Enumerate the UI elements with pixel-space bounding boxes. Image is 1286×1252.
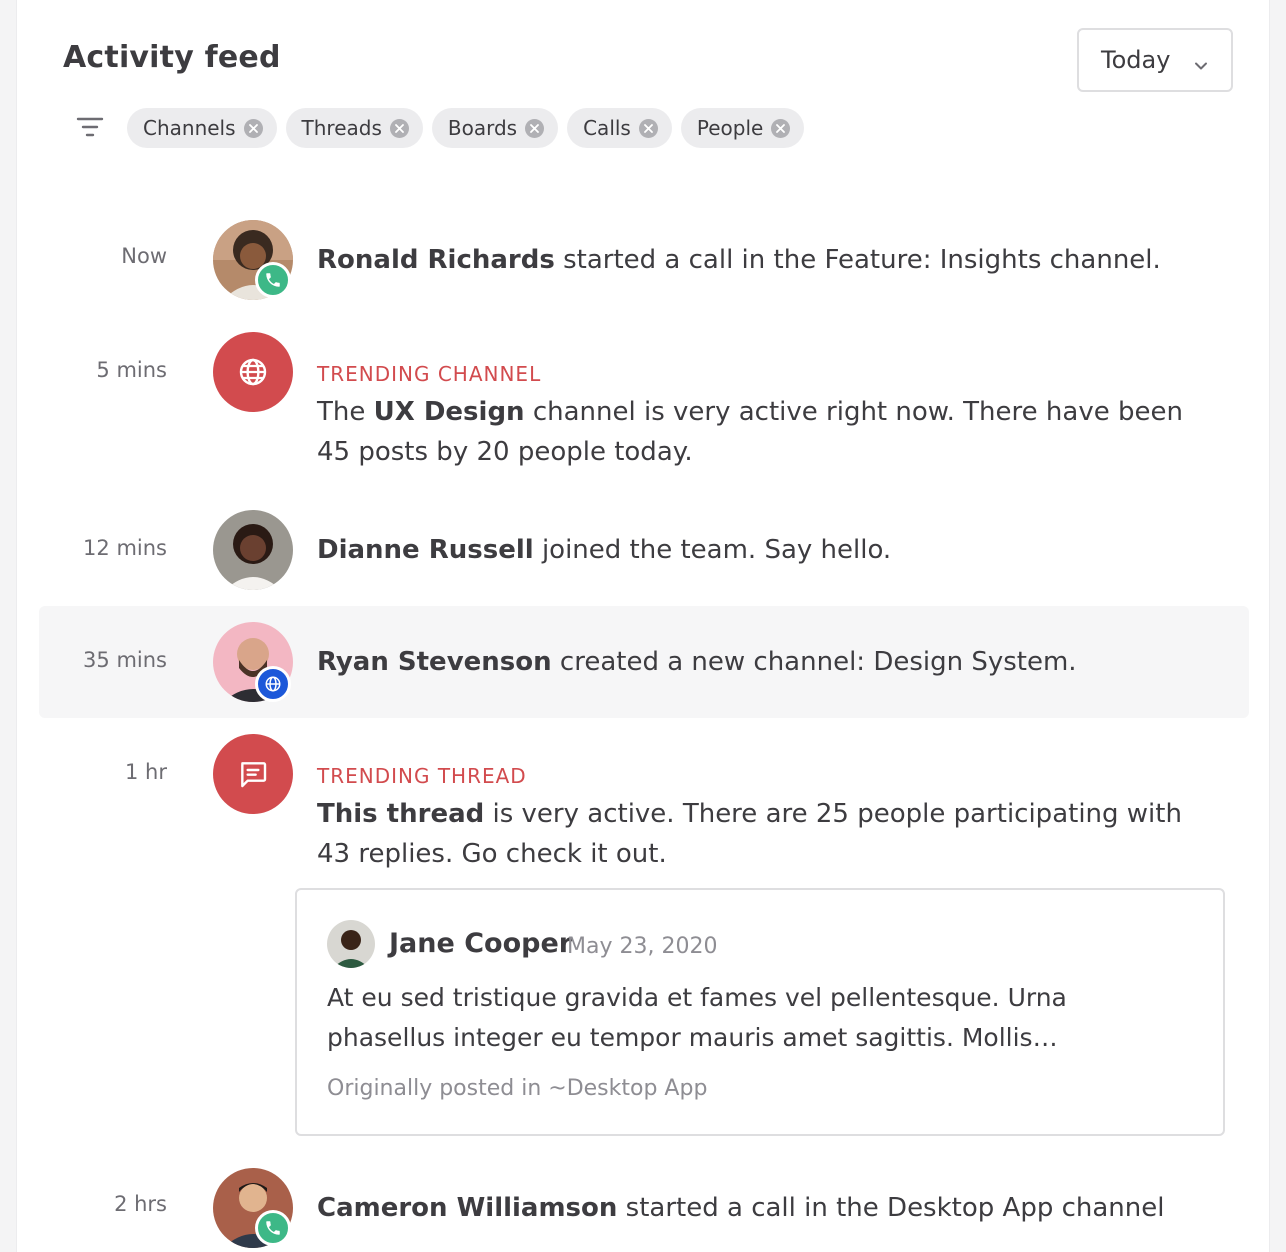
feed-item-text: Cameron Williamson started a call in the… [317,1193,1165,1223]
feed-item-highlighted[interactable]: 35 mins Ryan Stevenson created a new cha… [39,606,1249,718]
actor-name[interactable]: Cameron Williamson [317,1193,617,1223]
feed-item-text: The UX Design channel is very active rig… [317,397,1183,467]
remove-chip-icon[interactable] [389,118,409,138]
chevron-down-icon [1193,52,1209,80]
quote-body: At eu sed tristique gravida et fames vel… [327,983,1067,1052]
quoted-post-card[interactable]: Jane Cooper May 23, 2020 At eu sed trist… [295,888,1225,1136]
actor-name[interactable]: Dianne Russell [317,535,534,565]
message-icon [241,762,267,788]
thread-link[interactable]: This thread [317,799,484,829]
phone-icon [255,1210,291,1246]
filter-chip-threads[interactable]: Threads [285,108,423,148]
chip-label: Calls [583,116,631,140]
filter-chip-calls[interactable]: Calls [567,108,672,148]
feed-item-text: Ryan Stevenson created a new channel: De… [317,647,1077,677]
avatar[interactable] [213,510,293,590]
feed-item-text: Dianne Russell joined the team. Say hell… [317,535,892,565]
feed-item[interactable]: 1 hr TRENDING THREAD This thread is very… [39,732,1249,882]
feed-item-content: TRENDING THREAD This thread is very acti… [317,764,1217,874]
activity-feed-panel: Activity feed Today Channels Threads Boa… [16,0,1270,1252]
trending-kicker: TRENDING THREAD [317,764,527,788]
remove-chip-icon[interactable] [525,118,545,138]
quote-origin[interactable]: Originally posted in ~Desktop App [327,1076,707,1101]
feed-item-text: Ronald Richards started a call in the Fe… [317,245,1161,275]
date-filter-value: Today [1101,46,1171,74]
feed-item[interactable]: Now Ronald Richards started a call in th… [39,218,1249,302]
feed-item[interactable]: 5 mins TRENDING CHANNEL The UX Design ch… [39,330,1249,480]
filter-chip-boards[interactable]: Boards [431,108,559,148]
trending-channel-icon [213,332,293,412]
feed-item[interactable]: 12 mins Dianne Russell joined the team. … [39,508,1249,592]
remove-chip-icon[interactable] [638,118,658,138]
page-title: Activity feed [63,40,281,75]
avatar[interactable] [327,920,375,968]
feed-item-time: 35 mins [83,648,167,672]
remove-chip-icon[interactable] [771,118,791,138]
feed-item[interactable]: 2 hrs Cameron Williamson started a call … [39,1166,1249,1252]
feed-item-text: This thread is very active. There are 25… [317,799,1182,869]
globe-icon [239,358,267,386]
feed-item-time: Now [121,244,167,268]
trending-thread-icon [213,734,293,814]
chip-label: Boards [447,116,518,140]
chip-label: People [696,116,764,140]
channel-link[interactable]: UX Design [374,397,525,427]
chip-label: Channels [143,116,236,140]
phone-icon [255,262,291,298]
quote-author[interactable]: Jane Cooper [389,928,572,959]
quote-date: May 23, 2020 [567,934,718,959]
feed-item-content: TRENDING CHANNEL The UX Design channel i… [317,362,1217,472]
globe-icon [255,666,291,702]
feed-item-time: 5 mins [96,358,167,382]
actor-name[interactable]: Ryan Stevenson [317,647,552,677]
filter-chips: Channels Threads Boards Calls People [127,108,805,148]
feed-item-time: 12 mins [83,536,167,560]
filter-icon[interactable] [75,114,105,144]
chip-label: Threads [301,116,382,140]
actor-name[interactable]: Ronald Richards [317,245,555,275]
feed-item-time: 2 hrs [114,1192,167,1216]
filter-chip-channels[interactable]: Channels [127,108,277,148]
feed-item-time: 1 hr [125,760,167,784]
remove-chip-icon[interactable] [243,118,263,138]
filter-chip-people[interactable]: People [680,108,805,148]
trending-kicker: TRENDING CHANNEL [317,362,542,386]
date-filter-select[interactable]: Today [1077,28,1233,92]
